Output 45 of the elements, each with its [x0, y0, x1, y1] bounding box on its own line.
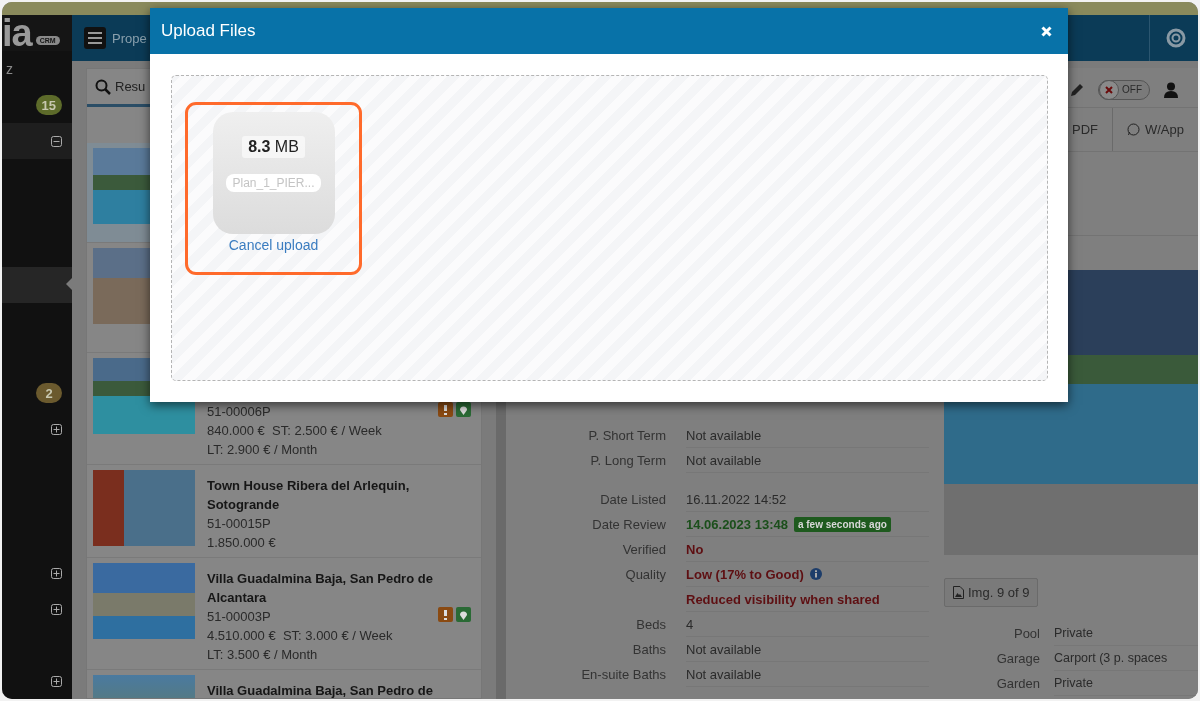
listing-title: Town House Ribera del Arlequin, Sotogrande — [207, 477, 411, 514]
field-value: Private — [1054, 621, 1198, 646]
field-value: Not available — [686, 666, 762, 682]
field-label: Baths — [631, 642, 666, 657]
field-label: Garden — [995, 676, 1040, 691]
field-value: No — [686, 541, 704, 557]
listing-reference: 51-00015P — [207, 515, 271, 533]
field-value: 4 — [686, 616, 694, 632]
count-badge: 15 — [35, 95, 62, 115]
field-value: Low (17% to Good) — [686, 566, 804, 582]
field-label: Beds — [635, 617, 666, 632]
listing-reference: 51-00003P — [207, 608, 271, 626]
file-name: Plan_1_PIER... — [226, 174, 321, 192]
page-title: Prope — [112, 30, 147, 46]
file-size: 8.3 MB — [242, 136, 305, 158]
field-label: Garage — [995, 651, 1040, 666]
field-value: Not available — [686, 427, 762, 443]
field-value: Not available — [686, 452, 762, 468]
field-value: Carport (3 p. spaces — [1054, 646, 1198, 671]
listing-price: 4.510.000 € ST: 3.000 € / Week — [207, 627, 393, 645]
field-label: P. Long Term — [589, 453, 666, 468]
listing-reference: 51-00006P — [207, 403, 271, 421]
field-label: Date Listed — [599, 492, 666, 507]
time-badge: a few seconds ago — [793, 516, 891, 532]
listing-price: LT: 2.900 € / Month — [207, 441, 318, 459]
listing-price: LT: 3.500 € / Month — [207, 646, 318, 664]
field-value: Private — [1054, 671, 1198, 696]
field-label: Verified — [621, 542, 666, 557]
field-value: Not available — [686, 641, 762, 657]
count-badge: 2 — [36, 383, 62, 403]
listing-price: 840.000 € ST: 2.500 € / Week — [207, 422, 382, 440]
listing-title: Villa Guadalmina Baja, San Pedro de Alcantara — [207, 570, 434, 607]
field-value: Reduced visibility when shared — [686, 591, 880, 607]
field-label: En-suite Baths — [580, 667, 666, 682]
field-label: P. Short Term — [587, 428, 666, 443]
dialog-title: Upload Files — [161, 21, 256, 41]
listing-price: 1.850.000 € — [207, 534, 276, 552]
field-value: 16.11.2022 14:52 — [686, 491, 787, 507]
field-label: Date Review — [591, 517, 666, 532]
logo: ia — [2, 15, 32, 51]
listing-title: Villa Guadalmina Baja, San Pedro de — [207, 682, 434, 698]
field-value: 14.06.2023 13:48 — [686, 516, 788, 532]
field-label: Quality — [624, 567, 666, 582]
sidebar-label: z — [6, 61, 13, 77]
field-label: Pool — [1012, 626, 1040, 641]
